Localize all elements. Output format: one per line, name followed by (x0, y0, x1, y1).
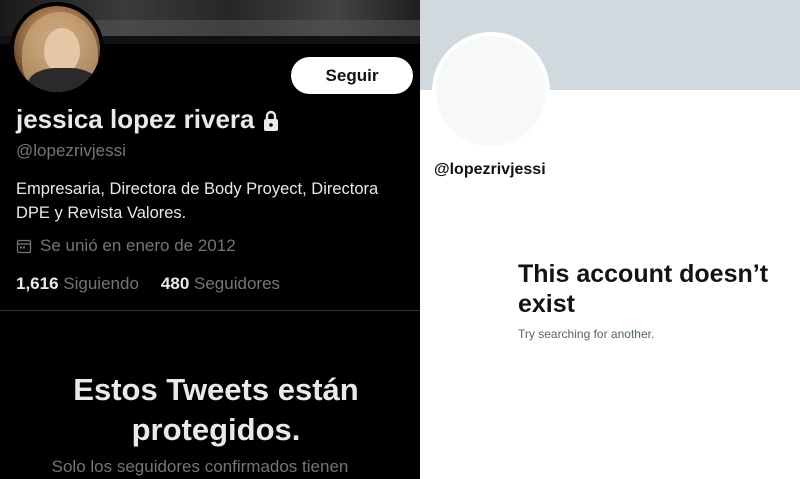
profile-bio: Empresaria, Directora de Body Proyect, D… (16, 180, 379, 222)
followers-label: Seguidores (194, 274, 281, 293)
profile-handle: @lopezrivjessi (16, 141, 126, 160)
divider (0, 310, 420, 311)
avatar[interactable] (10, 2, 104, 96)
missing-account-panel: @lopezrivjessi This account doesn’t exist… (420, 0, 800, 479)
account-not-found-subtitle: Try searching for another. (518, 327, 655, 341)
following-label: Siguiendo (63, 274, 139, 293)
account-not-found-title: This account doesn’t exist (518, 260, 769, 318)
protected-tweets-subtitle: Solo los seguidores confirmados tienen (51, 457, 349, 476)
protected-profile-panel: Seguir jessica lopez rivera @lopezrivjes… (0, 0, 420, 479)
protected-tweets-title: Estos Tweets están protegidos. (73, 372, 359, 447)
avatar-placeholder (432, 32, 550, 150)
lock-icon (264, 110, 278, 131)
join-date-text: Se unió en enero de 2012 (40, 236, 236, 255)
following-link[interactable]: 1,616 Siguiendo (16, 274, 139, 294)
follow-stats: 1,616 Siguiendo 480 Seguidores (16, 274, 280, 294)
calendar-icon (16, 239, 32, 254)
profile-name: jessica lopez rivera (16, 104, 255, 134)
followers-count: 480 (160, 274, 190, 293)
following-count: 1,616 (16, 274, 59, 293)
profile-handle: @lopezrivjessi (434, 161, 546, 178)
follow-button[interactable]: Seguir (291, 57, 413, 94)
followers-link[interactable]: 480 Seguidores (161, 274, 280, 294)
join-date: Se unió en enero de 2012 (16, 236, 236, 256)
